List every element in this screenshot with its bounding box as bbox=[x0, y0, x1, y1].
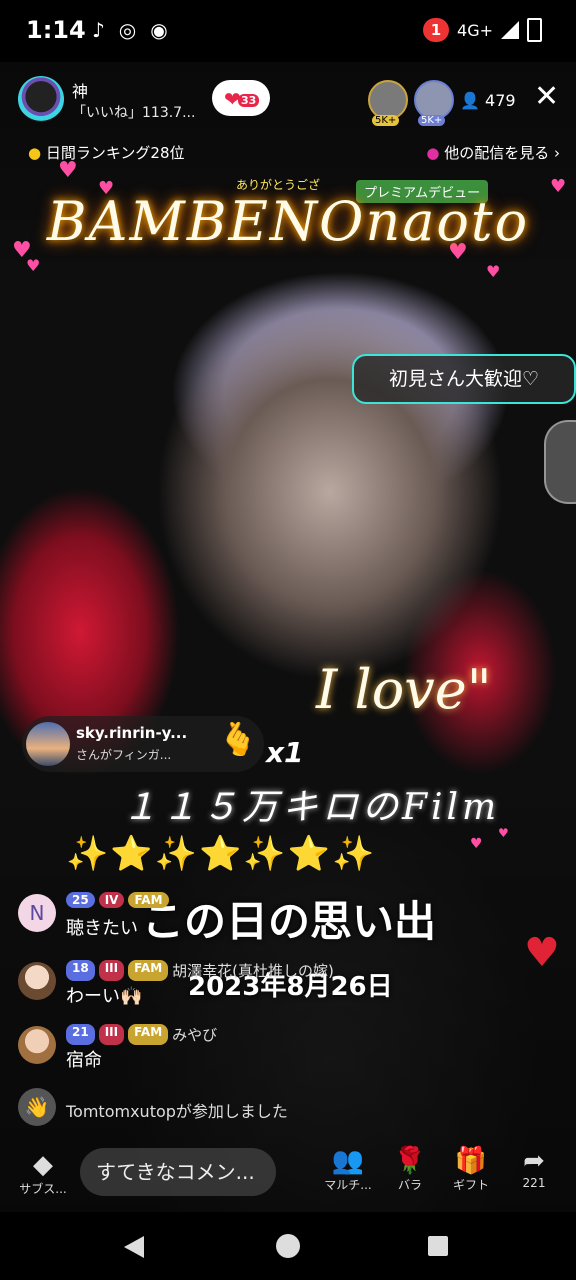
memory-text: この日の思い出 bbox=[142, 897, 437, 946]
commenter-nickname: みやび bbox=[172, 1026, 218, 1044]
side-panel-handle[interactable] bbox=[544, 420, 576, 504]
people-icon: 👥 bbox=[331, 1146, 365, 1176]
other-streams-label: 他の配信を見る › bbox=[444, 144, 560, 162]
subscribe-button[interactable]: ◆ サブス... bbox=[14, 1150, 72, 1197]
share-count: 221 bbox=[522, 1176, 546, 1190]
heart-badge: III bbox=[98, 960, 125, 981]
share-button[interactable]: ➦ 221 bbox=[508, 1146, 560, 1190]
person-icon: 👤 bbox=[460, 91, 480, 110]
network-label: 4G+ bbox=[457, 20, 493, 40]
close-icon[interactable]: ✕ bbox=[534, 82, 559, 112]
gift-label: ギフト bbox=[452, 1178, 489, 1192]
gift-notification[interactable]: sky.rinrin-y... さんがフィンガ... 🫰 bbox=[22, 716, 264, 772]
heart-icon: ♥ bbox=[58, 158, 78, 183]
comment-badges: 18 III FAM 胡澤幸花(真杜推しの嫁) bbox=[66, 960, 334, 981]
stream-title-overlay: BAMBENOnaoto bbox=[46, 190, 530, 253]
host-likes: 「いいね」113.7... bbox=[72, 105, 196, 121]
status-app-icons: ♪ ◎ ◉ bbox=[92, 18, 168, 42]
stream-icon: ● bbox=[426, 144, 440, 162]
ranking-chip[interactable]: ● 日間ランキング28位 bbox=[28, 142, 185, 163]
host-name: 神 bbox=[72, 82, 89, 101]
comment-badges: 25 IV FAM bbox=[66, 892, 169, 908]
notification-badge: 1 bbox=[423, 18, 450, 42]
fam-badge: FAM bbox=[128, 892, 169, 908]
instagram-icon: ◎ bbox=[118, 18, 137, 42]
host-info[interactable]: 神 「いいね」113.7... bbox=[18, 74, 202, 126]
record-icon: ◉ bbox=[150, 18, 168, 42]
status-right: 1 4G+ bbox=[423, 18, 542, 42]
comment-text: わーい🙌🏻 bbox=[66, 986, 143, 1007]
gift-icon: 🎁 bbox=[454, 1146, 488, 1176]
battery-icon bbox=[527, 18, 542, 42]
fam-badge: FAM bbox=[128, 960, 169, 981]
wave-icon: 👋 bbox=[18, 1088, 56, 1126]
back-icon[interactable] bbox=[124, 1236, 144, 1258]
status-bar: 1:14 ♪ ◎ ◉ 1 4G+ bbox=[0, 0, 576, 62]
viewer-count-value: 479 bbox=[485, 91, 516, 110]
rose-label: バラ bbox=[397, 1178, 422, 1192]
level-badge: 25 bbox=[66, 892, 95, 908]
heart-icon: ♥ bbox=[524, 930, 560, 976]
join-text: Tomtomxutopが参加しました bbox=[66, 1102, 288, 1121]
host-avatar[interactable] bbox=[18, 76, 64, 122]
signal-icon bbox=[501, 21, 519, 39]
welcome-bubble: 初見さん大歓迎♡ bbox=[352, 354, 576, 404]
comment-text: 聴きたい bbox=[66, 918, 138, 939]
fam-badge: FAM bbox=[128, 1024, 169, 1045]
viewer-badge: 5K+ bbox=[418, 115, 446, 126]
commenter-nickname: 胡澤幸花(真杜推しの嫁) bbox=[172, 962, 334, 980]
commenter-avatar[interactable] bbox=[18, 962, 56, 1000]
top-viewers[interactable]: 5K+ 5K+ bbox=[368, 80, 454, 126]
other-streams-link[interactable]: ● 他の配信を見る › bbox=[426, 142, 560, 163]
ranking-icon: ● bbox=[28, 144, 42, 162]
rose-button[interactable]: 🌹 バラ bbox=[388, 1146, 432, 1193]
star-decoration: ✨⭐✨⭐✨⭐✨ bbox=[66, 834, 377, 874]
multi-label: マルチ... bbox=[324, 1178, 372, 1192]
comment-badges: 21 III FAM みやび bbox=[66, 1024, 217, 1045]
gift-user-name: sky.rinrin-y... bbox=[76, 724, 188, 742]
gift-button[interactable]: 🎁 ギフト bbox=[446, 1146, 496, 1193]
multi-button[interactable]: 👥 マルチ... bbox=[318, 1146, 378, 1193]
rose-icon: 🌹 bbox=[393, 1146, 427, 1176]
viewer-count[interactable]: 👤 479 bbox=[460, 91, 516, 110]
commenter-avatar[interactable]: N bbox=[18, 894, 56, 932]
like-button[interactable]: ❤ 33 bbox=[212, 80, 270, 116]
heart-icon: ♥ bbox=[26, 256, 41, 275]
share-icon: ➦ bbox=[523, 1146, 545, 1176]
viewer-avatar[interactable]: 5K+ bbox=[368, 80, 408, 126]
system-nav-bar bbox=[0, 1212, 576, 1280]
viewer-badge: 5K+ bbox=[372, 115, 400, 126]
heart-icon: ♥ bbox=[470, 836, 483, 852]
like-badge: 33 bbox=[238, 94, 260, 107]
i-love-text: I love" bbox=[316, 658, 492, 721]
recents-icon[interactable] bbox=[428, 1236, 448, 1256]
home-icon[interactable] bbox=[276, 1234, 300, 1258]
status-time: 1:14 bbox=[26, 16, 86, 44]
level-badge: 18 bbox=[66, 960, 95, 981]
subscribe-label: サブス... bbox=[19, 1182, 67, 1196]
heart-badge: IV bbox=[98, 892, 125, 908]
gift-subtext: さんがフィンガ... bbox=[76, 748, 172, 762]
finger-heart-icon: 🫰 bbox=[218, 720, 258, 758]
gift-user-avatar[interactable] bbox=[26, 722, 70, 766]
heart-icon: ♥ bbox=[486, 262, 501, 281]
diamond-icon: ◆ bbox=[33, 1150, 53, 1180]
gift-count: x1 bbox=[266, 736, 304, 769]
tiktok-icon: ♪ bbox=[92, 18, 105, 42]
level-badge: 21 bbox=[66, 1024, 95, 1045]
comment-text: 宿命 bbox=[66, 1050, 102, 1071]
comment-input[interactable]: すてきなコメン... bbox=[80, 1148, 276, 1196]
commenter-avatar[interactable] bbox=[18, 1026, 56, 1064]
film-text: １１５万キロのFilm bbox=[122, 787, 501, 828]
viewer-avatar[interactable]: 5K+ bbox=[414, 80, 454, 126]
heart-badge: III bbox=[98, 1024, 125, 1045]
